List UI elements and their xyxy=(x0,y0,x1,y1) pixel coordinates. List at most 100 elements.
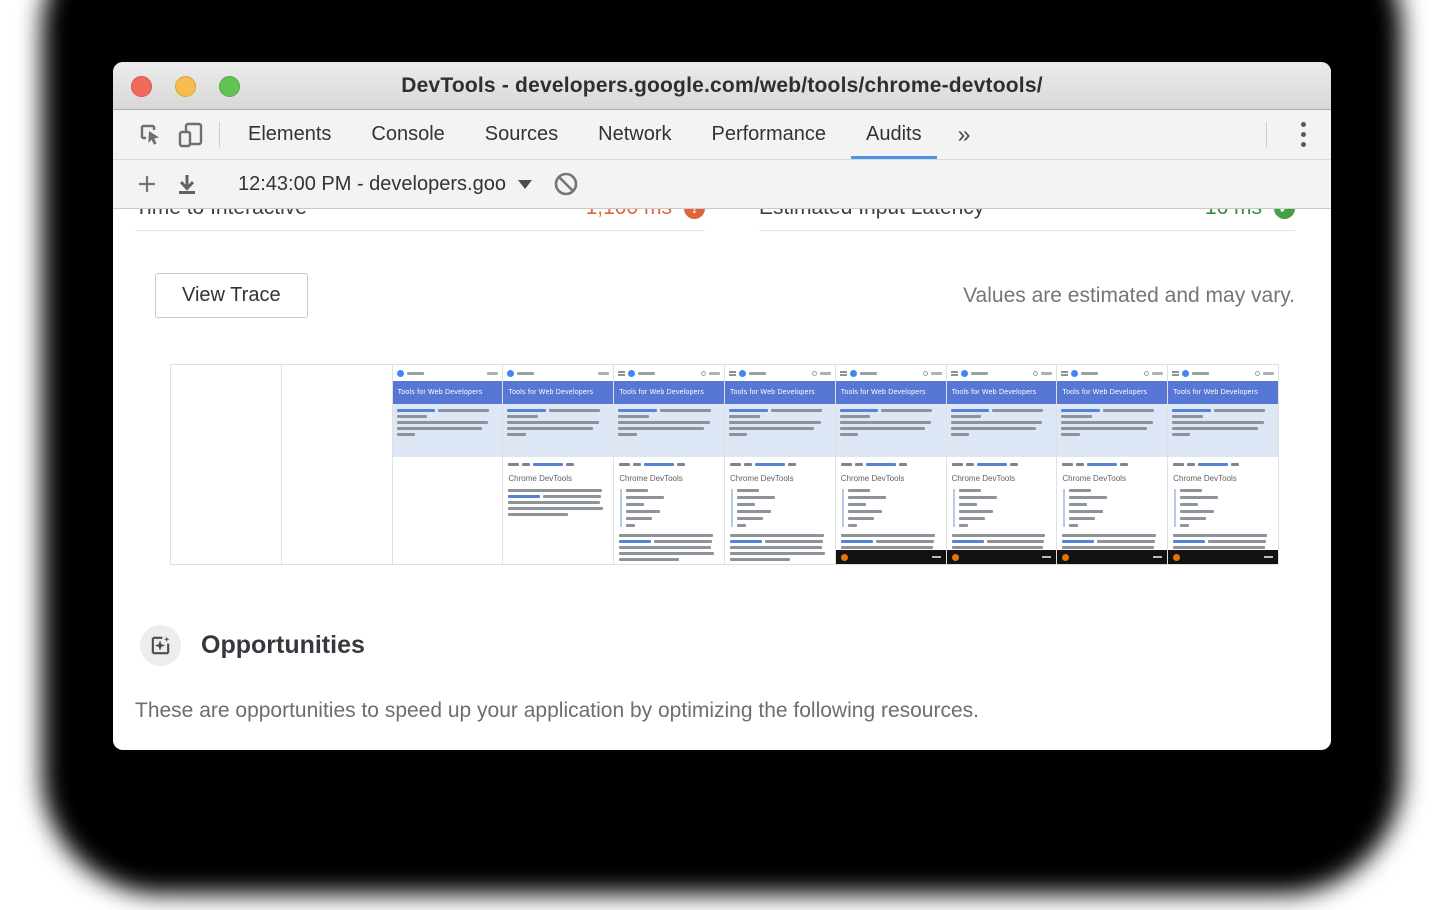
filmstrip-frame: Tools for Web Developers Chrome DevTools xyxy=(614,365,725,564)
mini-content: Chrome DevTools xyxy=(1168,457,1278,564)
mini-page-header xyxy=(836,365,946,381)
tab-network[interactable]: Network xyxy=(578,110,691,159)
mini-contents-nav xyxy=(1063,489,1162,527)
tab-console[interactable]: Console xyxy=(351,110,464,159)
mini-page-header xyxy=(614,365,724,381)
tab-sources[interactable]: Sources xyxy=(465,110,578,159)
mini-heading: Chrome DevTools xyxy=(508,474,608,483)
mini-logo-icon xyxy=(1071,370,1078,377)
mini-content: Chrome DevTools xyxy=(725,457,835,564)
tab-label: Audits xyxy=(866,123,922,146)
mini-menu-icon xyxy=(840,371,847,373)
mini-content: Chrome DevTools xyxy=(836,457,946,564)
mini-contents-nav xyxy=(731,489,830,527)
trace-row: View Trace Values are estimated and may … xyxy=(155,273,1295,318)
mini-content: Chrome DevTools xyxy=(614,457,724,564)
mini-intro xyxy=(836,404,946,457)
mini-search-icon xyxy=(923,371,928,376)
audit-run-select[interactable]: 12:43:00 PM - developers.goo xyxy=(238,173,532,196)
mini-logo-icon xyxy=(507,370,514,377)
filmstrip-frame: Tools for Web Developers xyxy=(393,365,504,564)
close-window-button[interactable] xyxy=(131,76,152,97)
tab-performance[interactable]: Performance xyxy=(692,110,847,159)
filmstrip-frame: Tools for Web DevelopersChrome DevTools xyxy=(947,365,1058,564)
mini-menu-icon xyxy=(1172,371,1179,373)
mini-menu-icon xyxy=(951,371,958,373)
lighthouse-report: Time to Interactive 1,100 ms ! Estimated… xyxy=(113,209,1331,747)
mini-logo-icon xyxy=(628,370,635,377)
mini-page-header xyxy=(1057,365,1167,381)
metrics-row: Time to Interactive 1,100 ms ! Estimated… xyxy=(135,209,1295,231)
mini-content: Chrome DevTools xyxy=(503,457,613,564)
more-tabs-button[interactable]: » xyxy=(942,110,987,159)
mini-banner: Tools for Web Developers xyxy=(1168,381,1278,404)
download-report-icon[interactable] xyxy=(167,172,207,196)
mini-heading: Chrome DevTools xyxy=(730,474,830,483)
filmstrip-frame xyxy=(282,365,393,564)
mini-search-icon xyxy=(812,371,817,376)
mini-page-header xyxy=(393,365,503,381)
tab-audits[interactable]: Audits xyxy=(846,110,942,159)
mini-heading: Chrome DevTools xyxy=(841,474,941,483)
mini-banner: Tools for Web Developers xyxy=(393,381,503,404)
mini-video-bar xyxy=(1168,550,1278,564)
filmstrip-frame: Tools for Web Developers Chrome DevTools xyxy=(1057,365,1168,564)
metric-time-to-interactive: Time to Interactive 1,100 ms ! xyxy=(135,209,705,231)
mini-heading: Chrome DevTools xyxy=(619,474,719,483)
mini-intro xyxy=(1168,404,1278,457)
mini-menu-icon xyxy=(1061,371,1068,373)
load-filmstrip: Tools for Web DevelopersTools for Web De… xyxy=(170,364,1279,565)
mini-paragraph xyxy=(619,534,719,561)
inspect-element-icon[interactable] xyxy=(131,110,171,159)
mini-search-icon xyxy=(1144,371,1149,376)
tab-elements[interactable]: Elements xyxy=(228,110,351,159)
tab-label: Elements xyxy=(248,123,331,146)
opportunities-description: These are opportunities to speed up your… xyxy=(135,699,1331,723)
mini-search-icon xyxy=(701,371,706,376)
mini-intro xyxy=(725,404,835,457)
mini-page-header xyxy=(725,365,835,381)
filmstrip-frame: Tools for Web Developers Chrome DevTools xyxy=(725,365,836,564)
mini-banner: Tools for Web Developers xyxy=(1057,381,1167,404)
mini-banner: Tools for Web Developers xyxy=(614,381,724,404)
zoom-window-button[interactable] xyxy=(219,76,240,97)
mini-intro xyxy=(614,404,724,457)
mini-contents-nav xyxy=(953,489,1052,527)
mini-paragraph xyxy=(508,489,608,516)
mini-contents-nav xyxy=(842,489,941,527)
tab-label: Network xyxy=(598,123,671,146)
metric-estimated-input-latency: Estimated Input Latency 16 ms ✓ xyxy=(759,209,1295,231)
view-trace-button[interactable]: View Trace xyxy=(155,273,308,318)
mini-banner: Tools for Web Developers xyxy=(503,381,613,404)
window-title: DevTools - developers.google.com/web/too… xyxy=(401,74,1043,98)
mini-video-bar xyxy=(947,550,1057,564)
filmstrip-frame: Tools for Web Developers Chrome DevTools xyxy=(503,365,614,564)
mini-menu-icon xyxy=(729,371,736,373)
audit-run-label: 12:43:00 PM - developers.goo xyxy=(238,173,506,196)
opportunities-badge xyxy=(140,625,181,666)
toolbar-separator xyxy=(1266,122,1267,147)
mini-menu-icon xyxy=(618,371,625,373)
mini-banner: Tools for Web Developers xyxy=(725,381,835,404)
mini-page-header xyxy=(503,365,613,381)
metric-value: 1,100 ms xyxy=(586,209,672,220)
mini-contents-nav xyxy=(1174,489,1273,527)
mini-heading: Chrome DevTools xyxy=(1173,474,1273,483)
new-audit-icon[interactable] xyxy=(127,172,167,196)
chevron-down-icon xyxy=(518,180,532,189)
mini-contents-nav xyxy=(620,489,719,527)
mini-banner: Tools for Web Developers xyxy=(836,381,946,404)
devtools-menu-icon[interactable] xyxy=(1275,110,1331,159)
auto-fix-icon xyxy=(149,634,172,657)
warning-icon: ! xyxy=(684,209,705,219)
toolbar-separator xyxy=(219,122,220,147)
mini-content xyxy=(393,457,503,564)
device-toolbar-icon[interactable] xyxy=(171,110,211,159)
metric-label: Time to Interactive xyxy=(135,209,307,220)
mini-logo-icon xyxy=(739,370,746,377)
mini-banner: Tools for Web Developers xyxy=(947,381,1057,404)
mini-page-header xyxy=(947,365,1057,381)
mini-content: Chrome DevTools xyxy=(1057,457,1167,564)
clear-audits-icon[interactable] xyxy=(546,171,586,197)
minimize-window-button[interactable] xyxy=(175,76,196,97)
